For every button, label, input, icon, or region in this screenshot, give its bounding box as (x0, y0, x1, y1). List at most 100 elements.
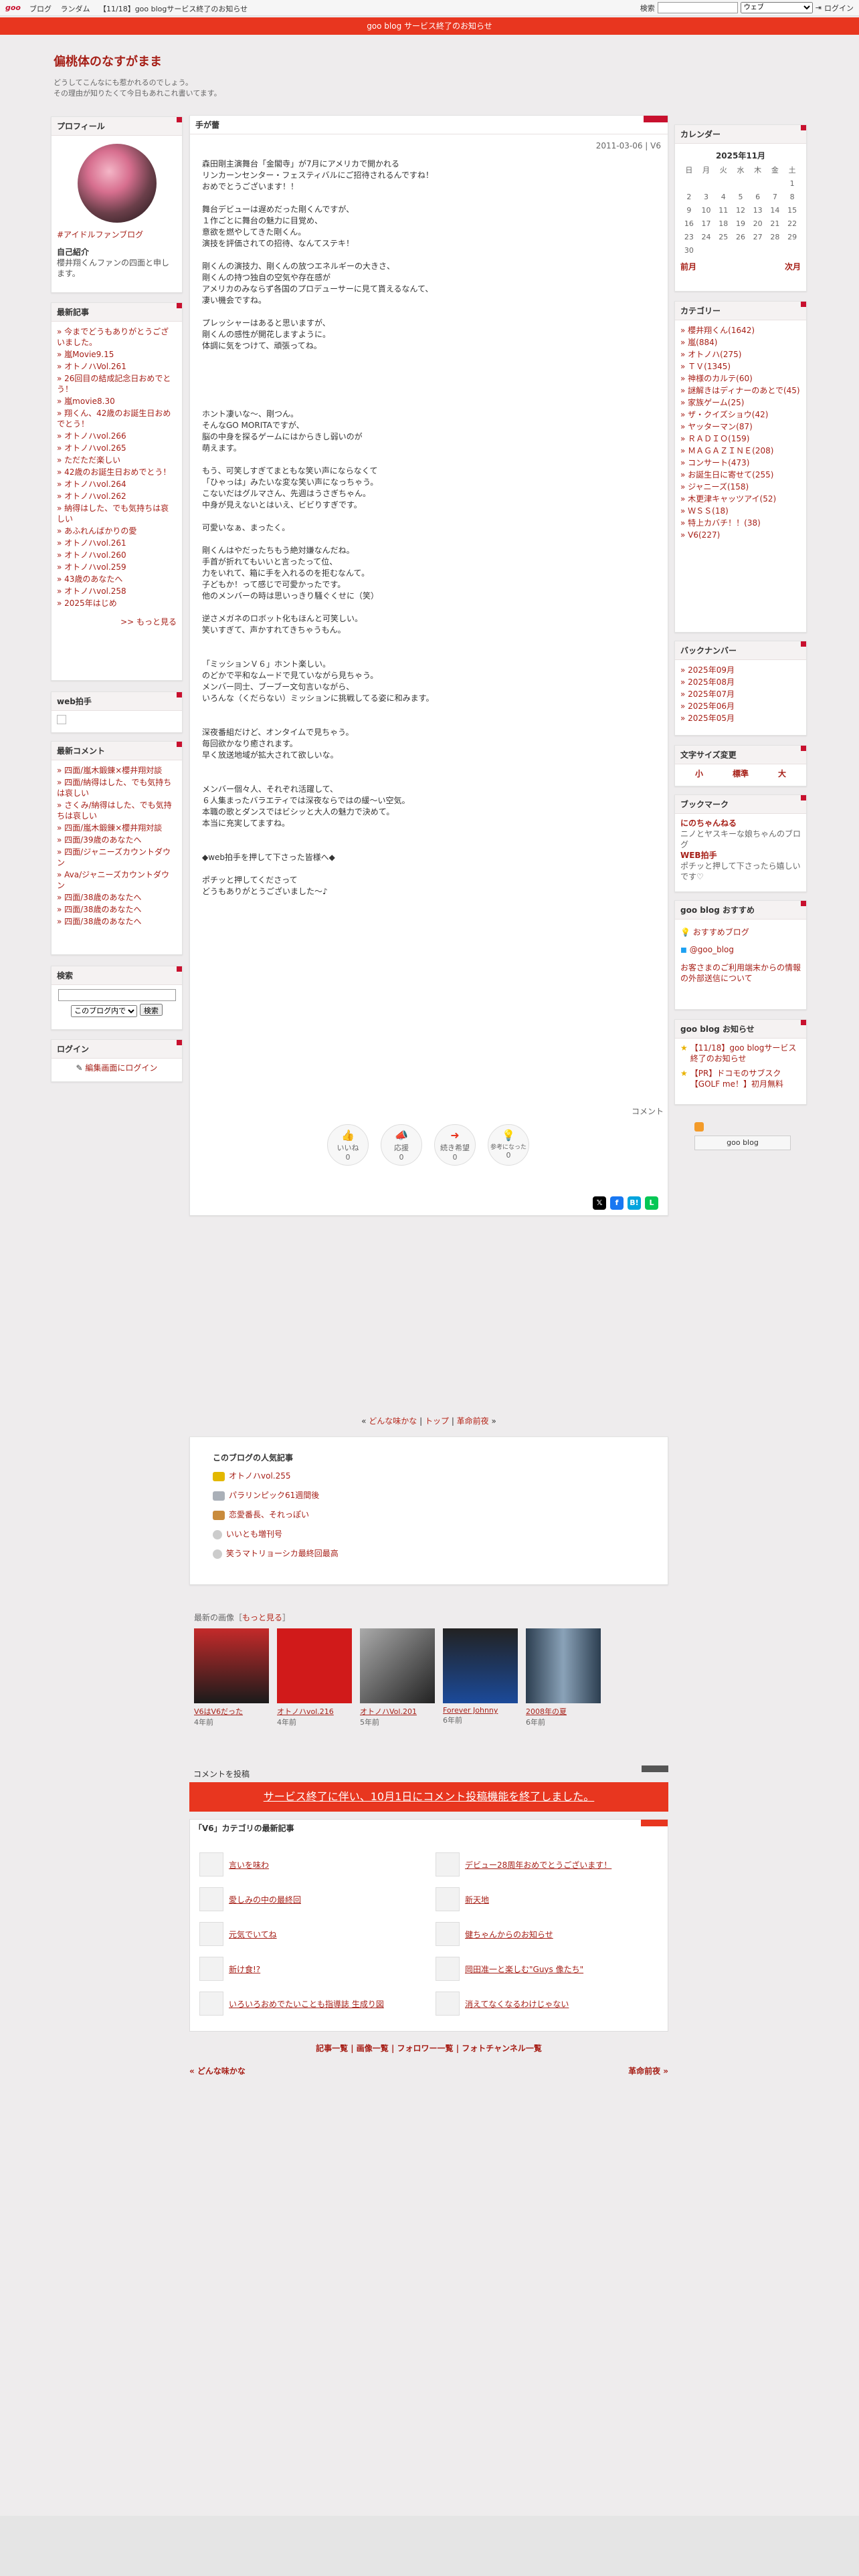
category-news-item[interactable]: 新天地 (436, 1887, 658, 1911)
calendar-day[interactable] (680, 177, 698, 191)
x-share-icon[interactable]: 𝕏 (593, 1196, 606, 1210)
calendar-day[interactable] (732, 244, 749, 257)
calendar-day[interactable] (749, 244, 767, 257)
pager-prev[interactable]: どんな味かな (369, 1416, 417, 1426)
calendar-day[interactable]: 19 (732, 217, 749, 231)
recent-post-item[interactable]: オトノハvol.259 (57, 561, 177, 573)
calendar-day[interactable]: 29 (783, 231, 801, 244)
backnumber-item[interactable]: 2025年06月 (680, 700, 801, 712)
font-normal-button[interactable]: 標準 (733, 768, 749, 779)
login-link[interactable]: ログイン (824, 3, 854, 13)
blog-title[interactable]: 偏桃体のなすがまま (54, 52, 656, 70)
footer-next[interactable]: 革命前夜 » (628, 2065, 668, 2076)
category-item[interactable]: 家族ゲーム(25) (680, 397, 801, 409)
recent-post-item[interactable]: オトノハvol.264 (57, 478, 177, 490)
fan-tag[interactable]: #アイドルファンブログ (57, 229, 177, 240)
comment-item[interactable]: Ava/ジャニーズカウントダウン (57, 869, 177, 891)
recent-post-item[interactable]: オトノハvol.262 (57, 490, 177, 502)
recent-post-item[interactable]: 43歳のあなたへ (57, 573, 177, 585)
recommend-blog-link[interactable]: おすすめブログ (693, 928, 749, 937)
more-link[interactable]: >> もっと見る (52, 616, 182, 627)
nav-notice[interactable]: 【11/18】goo blogサービス終了のお知らせ (99, 5, 248, 13)
thumbnail[interactable] (443, 1628, 518, 1703)
category-item[interactable]: 嵐(884) (680, 336, 801, 348)
gooinfo-link-1[interactable]: 【11/18】goo blogサービス終了のお知らせ (690, 1043, 801, 1064)
backnumber-item[interactable]: 2025年05月 (680, 712, 801, 724)
category-item[interactable]: ＲＡＤＩＯ(159) (680, 433, 801, 445)
font-small-button[interactable]: 小 (695, 768, 703, 779)
recent-post-item[interactable]: オトノハvol.261 (57, 537, 177, 549)
category-item[interactable]: 謎解きはディナーのあとで(45) (680, 385, 801, 397)
broken-image-icon[interactable] (57, 715, 66, 724)
popular-item-1[interactable]: オトノハvol.255 (213, 1470, 668, 1481)
calendar-day[interactable]: 1 (783, 177, 801, 191)
category-item[interactable]: 櫻井翔くん(1642) (680, 324, 801, 336)
image-card[interactable]: 2008年の夏 6年前 (526, 1628, 601, 1727)
comment-item[interactable]: 四面/ジャニーズカウントダウン (57, 846, 177, 869)
category-item[interactable]: オトノハ(275) (680, 348, 801, 360)
calendar-day[interactable]: 15 (783, 204, 801, 217)
backnumber-item[interactable]: 2025年07月 (680, 688, 801, 700)
login-icon[interactable]: ⇥ (816, 3, 822, 12)
calendar-next[interactable]: 次月 (785, 261, 801, 272)
recent-post-item[interactable]: ただただ楽しい (57, 454, 177, 466)
calendar-day[interactable]: 10 (698, 204, 715, 217)
more-wanted-button[interactable]: ➜ 続き希望 0 (434, 1124, 476, 1166)
blog-search-button[interactable]: 検索 (139, 1004, 163, 1016)
calendar-day[interactable]: 11 (714, 204, 732, 217)
calendar-day[interactable]: 6 (749, 191, 767, 204)
search-scope-select[interactable]: ウェブ (740, 2, 813, 13)
category-news-item[interactable]: 健ちゃんからのお知らせ (436, 1922, 658, 1946)
comment-item[interactable]: 四面/39歳のあなたへ (57, 834, 177, 846)
recent-post-item[interactable]: オトノハvol.258 (57, 585, 177, 597)
calendar-day[interactable] (698, 244, 715, 257)
thumbnail[interactable] (194, 1628, 269, 1703)
popular-item-2[interactable]: パラリンピック61週間後 (213, 1489, 668, 1501)
backnumber-item[interactable]: 2025年08月 (680, 676, 801, 688)
thumbnail[interactable] (360, 1628, 435, 1703)
comment-item[interactable]: 四面/嵐木鍛錬×櫻井翔対談 (57, 822, 177, 834)
popular-item-3[interactable]: 恋愛番長、それっぽい (213, 1509, 668, 1520)
category-news-item[interactable]: 岡田准一と楽しむ"Guys 像たち" (436, 1957, 658, 1981)
category-item[interactable]: ＷＳＳ(18) (680, 505, 801, 517)
comment-item[interactable]: 四面/38歳のあなたへ (57, 891, 177, 903)
image-card[interactable]: オトノハvol.216 4年前 (277, 1628, 352, 1727)
recent-post-item[interactable]: 今までどうもありがとうございました。 (57, 326, 177, 348)
footer-prev[interactable]: « どんな味かな (189, 2066, 246, 2076)
calendar-day[interactable]: 7 (767, 191, 784, 204)
comment-item[interactable]: 四面/38歳のあなたへ (57, 916, 177, 928)
calendar-day[interactable]: 3 (698, 191, 715, 204)
calendar-day[interactable] (714, 177, 732, 191)
recent-post-item[interactable]: 翔くん、42歳のお誕生日おめでとう！ (57, 407, 177, 430)
calendar-day[interactable]: 23 (680, 231, 698, 244)
calendar-day[interactable] (714, 244, 732, 257)
goo-logo[interactable]: goo (5, 3, 21, 12)
calendar-day[interactable]: 27 (749, 231, 767, 244)
recent-post-item[interactable]: オトノハvol.265 (57, 442, 177, 454)
popular-item-5[interactable]: 笑うマトリョーシカ最終回最高 (213, 1547, 668, 1559)
thumbnail[interactable] (277, 1628, 352, 1703)
nav-random[interactable]: ランダム (61, 5, 90, 13)
recent-post-item[interactable]: 2025年はじめ (57, 597, 177, 609)
recent-post-item[interactable]: 嵐movie8.30 (57, 395, 177, 407)
recent-post-item[interactable]: オトノハvol.260 (57, 549, 177, 561)
category-item[interactable]: 神様のカルテ(60) (680, 372, 801, 385)
calendar-day[interactable] (698, 177, 715, 191)
edit-login-link[interactable]: 編集画面にログイン (85, 1063, 157, 1073)
comment-link[interactable]: コメント (632, 1105, 664, 1117)
calendar-day[interactable]: 8 (783, 191, 801, 204)
category-item[interactable]: お誕生日に寄せて(255) (680, 469, 801, 481)
calendar-day[interactable]: 28 (767, 231, 784, 244)
calendar-day[interactable]: 12 (732, 204, 749, 217)
calendar-day[interactable]: 2 (680, 191, 698, 204)
calendar-day[interactable]: 30 (680, 244, 698, 257)
calendar-day[interactable]: 5 (732, 191, 749, 204)
category-item[interactable]: ザ・クイズショウ(42) (680, 409, 801, 421)
pager-top[interactable]: トップ (425, 1416, 449, 1426)
recent-post-item[interactable]: オトノハVol.261 (57, 360, 177, 372)
rss-icon[interactable] (694, 1122, 704, 1132)
calendar-day[interactable]: 14 (767, 204, 784, 217)
recent-post-item[interactable]: 嵐Movie9.15 (57, 348, 177, 360)
service-end-link[interactable]: goo blog サービス終了のお知らせ (367, 21, 492, 31)
helpful-button[interactable]: 💡 参考になった 0 (488, 1124, 529, 1166)
